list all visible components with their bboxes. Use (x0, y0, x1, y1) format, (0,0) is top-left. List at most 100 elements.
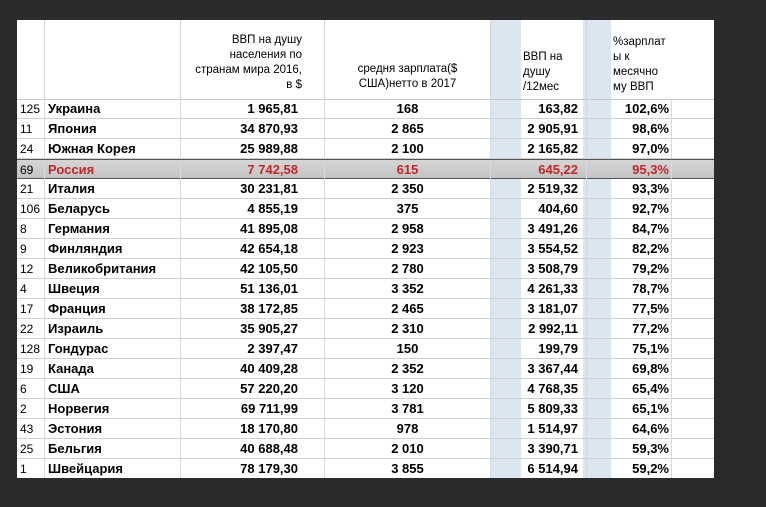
header-salary-text: средня зарплата($ США)нетто в 2017 (357, 63, 458, 90)
cell-monthly: 2 165,82 (491, 139, 587, 159)
table-row: 8 Германия 41 895,08 2 958 3 491,26 84,7% (17, 219, 714, 239)
table-row: 25 Бельгия 40 688,48 2 010 3 390,71 59,3% (17, 439, 714, 459)
cell-gdp: 51 136,01 (181, 279, 325, 299)
table-body: 125 Украина 1 965,81 168 163,82 102,6% 11 Япони… (17, 99, 714, 478)
cell-gdp: 57 220,20 (181, 379, 325, 399)
cell-country: Финляндия (45, 239, 181, 259)
cell-rank: 9 (17, 239, 45, 259)
cell-pct: 97,0% (587, 139, 672, 159)
cell-rank: 12 (17, 259, 45, 279)
cell-gdp: 41 895,08 (181, 219, 325, 239)
cell-monthly: 3 491,26 (491, 219, 587, 239)
cell-salary: 2 010 (325, 439, 491, 459)
table-row: 9 Финляндия 42 654,18 2 923 3 554,52 82,2% (17, 239, 714, 259)
cell-rank: 2 (17, 399, 45, 419)
cell-salary: 3 352 (325, 279, 491, 299)
cell-monthly: 3 390,71 (491, 439, 587, 459)
header-monthly: ВВП на душу /12мес (491, 20, 587, 99)
table-row: 128 Гондурас 2 397,47 150 199,79 75,1% (17, 339, 714, 359)
cell-gdp: 40 409,28 (181, 359, 325, 379)
cell-monthly: 2 519,32 (491, 179, 587, 199)
table-row: 125 Украина 1 965,81 168 163,82 102,6% (17, 99, 714, 119)
cell-gdp: 18 170,80 (181, 419, 325, 439)
cell-pct: 98,6% (587, 119, 672, 139)
cell-pct: 92,7% (587, 199, 672, 219)
header-rank (17, 20, 45, 99)
table-row: 24 Южная Корея 25 989,88 2 100 2 165,82 97,0% (17, 139, 714, 159)
cell-pct: 65,1% (587, 399, 672, 419)
cell-pct: 64,6% (587, 419, 672, 439)
cell-salary: 3 120 (325, 379, 491, 399)
cell-rank: 69 (17, 160, 45, 180)
cell-pct: 102,6% (587, 99, 672, 119)
cell-monthly: 6 514,94 (491, 459, 587, 478)
header-salary: средня зарплата($ США)нетто в 2017 (325, 20, 491, 99)
table-row: 106 Беларусь 4 855,19 375 404,60 92,7% (17, 199, 714, 219)
cell-monthly: 3 508,79 (491, 259, 587, 279)
cell-rank: 125 (17, 99, 45, 119)
spreadsheet: ВВП на душу населения по странам мира 20… (17, 20, 714, 478)
cell-pct: 59,3% (587, 439, 672, 459)
cell-gdp: 38 172,85 (181, 299, 325, 319)
cell-pct: 65,4% (587, 379, 672, 399)
cell-pct: 93,3% (587, 179, 672, 199)
header-monthly-text: ВВП на душу /12мес (523, 51, 563, 93)
cell-rank: 24 (17, 139, 45, 159)
cell-country: Россия (45, 160, 181, 180)
cell-pct: 59,2% (587, 459, 672, 478)
header-gdp: ВВП на душу населения по странам мира 20… (181, 20, 325, 99)
cell-salary: 150 (325, 339, 491, 359)
cell-country: Израиль (45, 319, 181, 339)
table-row: 19 Канада 40 409,28 2 352 3 367,44 69,8% (17, 359, 714, 379)
cell-pct: 79,2% (587, 259, 672, 279)
cell-rank: 128 (17, 339, 45, 359)
cell-salary: 2 465 (325, 299, 491, 319)
cell-country: Швеция (45, 279, 181, 299)
cell-rank: 6 (17, 379, 45, 399)
cell-salary: 978 (325, 419, 491, 439)
cell-monthly: 163,82 (491, 99, 587, 119)
cell-gdp: 2 397,47 (181, 339, 325, 359)
cell-country: Италия (45, 179, 181, 199)
cell-monthly: 3 367,44 (491, 359, 587, 379)
cell-rank: 25 (17, 439, 45, 459)
cell-rank: 106 (17, 199, 45, 219)
table-row: 43 Эстония 18 170,80 978 1 514,97 64,6% (17, 419, 714, 439)
table-row: 12 Великобритания 42 105,50 2 780 3 508,79 79… (17, 259, 714, 279)
cell-gdp: 25 989,88 (181, 139, 325, 159)
cell-country: Великобритания (45, 259, 181, 279)
cell-monthly: 4 261,33 (491, 279, 587, 299)
cell-salary: 168 (325, 99, 491, 119)
cell-pct: 95,3% (587, 160, 672, 180)
table-row: 11 Япония 34 870,93 2 865 2 905,91 98,6% (17, 119, 714, 139)
cell-monthly: 1 514,97 (491, 419, 587, 439)
cell-pct: 78,7% (587, 279, 672, 299)
cell-monthly: 404,60 (491, 199, 587, 219)
cell-country: Бельгия (45, 439, 181, 459)
cell-rank: 19 (17, 359, 45, 379)
cell-rank: 17 (17, 299, 45, 319)
table-row: 4 Швеция 51 136,01 3 352 4 261,33 78,7% (17, 279, 714, 299)
cell-gdp: 35 905,27 (181, 319, 325, 339)
header-pct-text: %зарплат ы к месячно му ВВП (613, 36, 666, 93)
header-pct: %зарплат ы к месячно му ВВП (587, 20, 672, 99)
cell-gdp: 78 179,30 (181, 459, 325, 478)
cell-pct: 77,5% (587, 299, 672, 319)
header-country (45, 20, 181, 99)
cell-pct: 77,2% (587, 319, 672, 339)
cell-country: Германия (45, 219, 181, 239)
cell-country: Эстония (45, 419, 181, 439)
cell-salary: 2 780 (325, 259, 491, 279)
cell-gdp: 42 105,50 (181, 259, 325, 279)
cell-pct: 69,8% (587, 359, 672, 379)
cell-salary: 2 100 (325, 139, 491, 159)
table-row: 21 Италия 30 231,81 2 350 2 519,32 93,3% (17, 179, 714, 199)
cell-salary: 2 923 (325, 239, 491, 259)
cell-country: Япония (45, 119, 181, 139)
cell-salary: 2 350 (325, 179, 491, 199)
cell-rank: 8 (17, 219, 45, 239)
cell-monthly: 2 905,91 (491, 119, 587, 139)
cell-gdp: 34 870,93 (181, 119, 325, 139)
table-row-highlighted: 69 Россия 7 742,58 615 645,22 95,3% (17, 159, 714, 180)
cell-rank: 21 (17, 179, 45, 199)
